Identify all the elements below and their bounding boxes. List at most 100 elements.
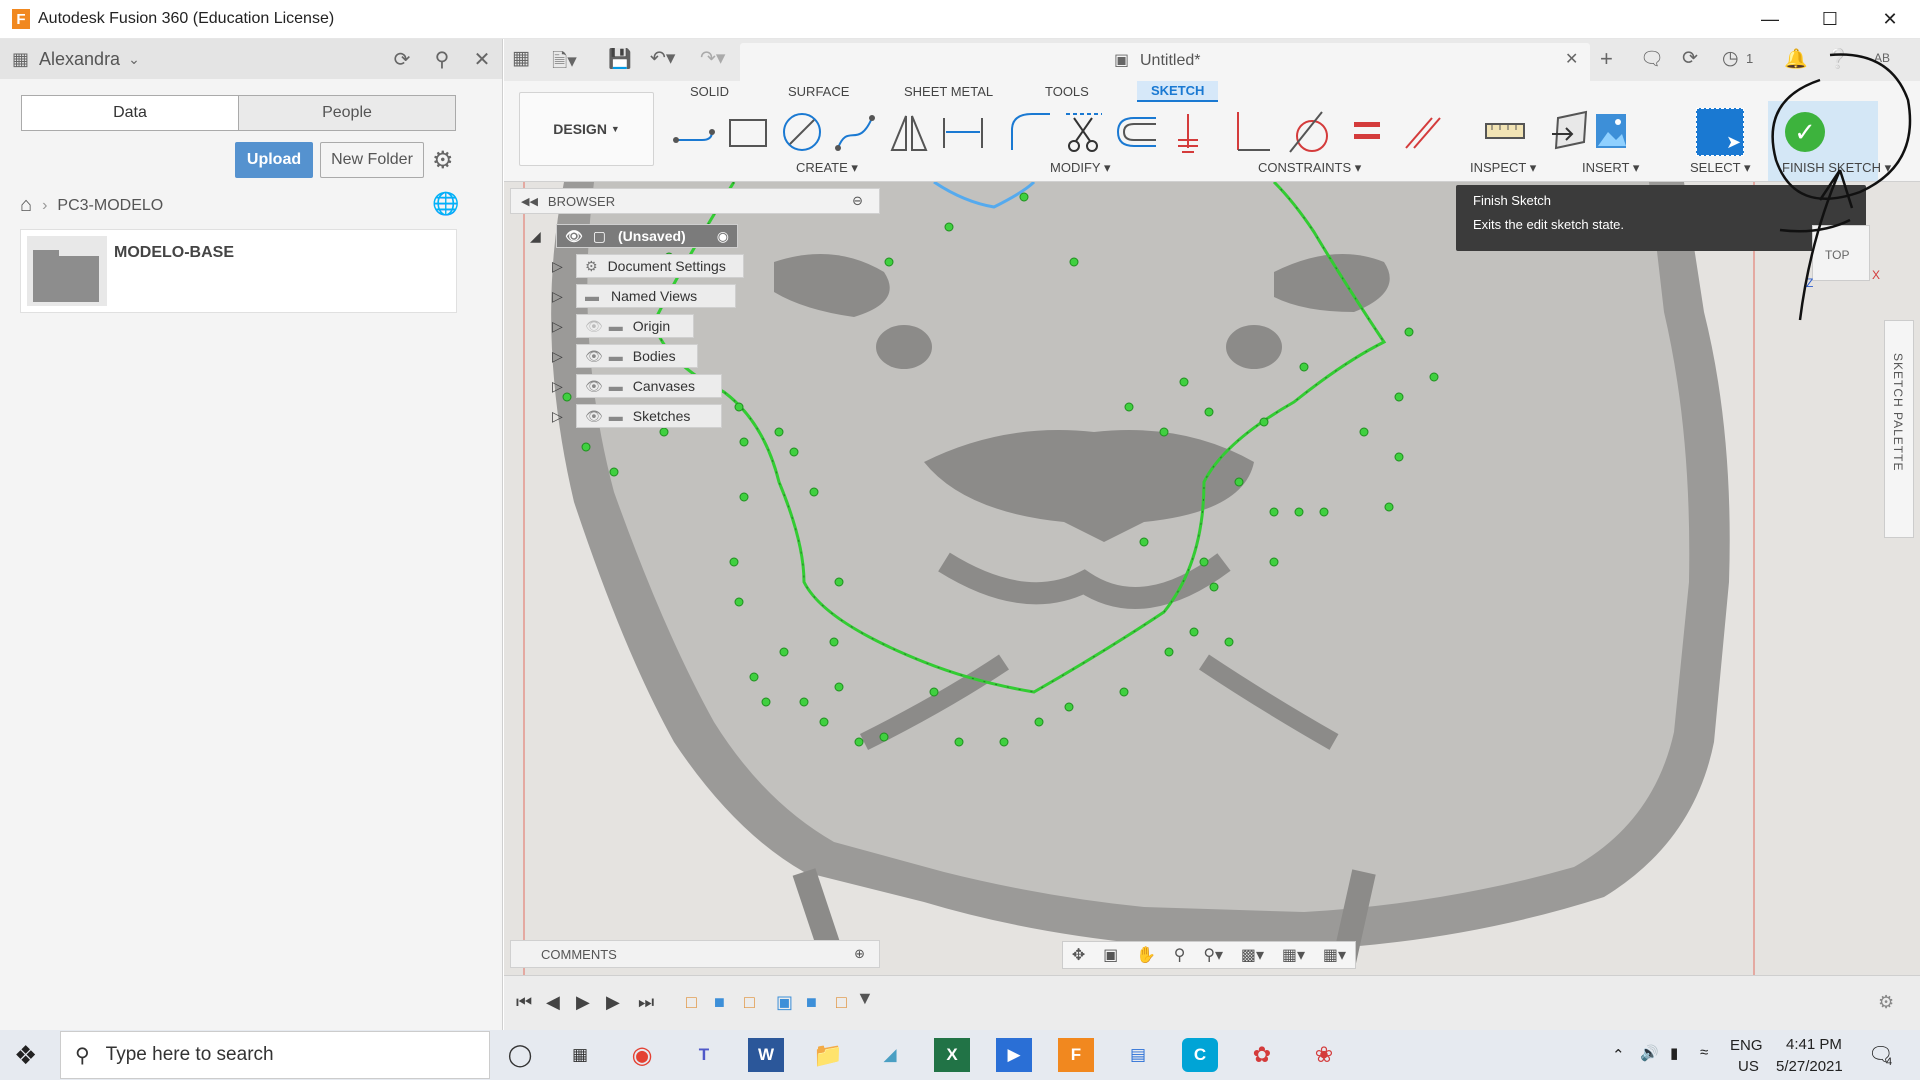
orbit-icon[interactable]: ✥	[1072, 945, 1085, 965]
breadcrumb-project[interactable]: PC3-MODELO	[57, 197, 163, 215]
media-player-icon[interactable]: ▶	[996, 1038, 1032, 1072]
refresh-icon[interactable]: ⟳	[387, 45, 417, 73]
tangent-icon[interactable]	[1289, 111, 1328, 153]
dimension-icon[interactable]	[943, 118, 983, 148]
line-icon[interactable]	[673, 129, 715, 143]
parallel-icon[interactable]	[1405, 117, 1441, 149]
region-indicator[interactable]: US	[1738, 1058, 1759, 1075]
chrome-icon[interactable]: ◉	[624, 1038, 660, 1072]
step-forward-icon[interactable]: ▶	[606, 992, 620, 1013]
equal-icon[interactable]	[1354, 122, 1380, 139]
volume-icon[interactable]: 🔊	[1640, 1044, 1659, 1062]
user-name[interactable]: Alexandra	[39, 49, 120, 70]
new-folder-button[interactable]: New Folder	[320, 142, 424, 178]
tab-sketch[interactable]: SKETCH	[1137, 81, 1219, 102]
tab-sheet-metal[interactable]: SHEET METAL	[904, 84, 993, 99]
taskbar-search-box[interactable]: ⚲ Type here to search	[60, 1031, 490, 1079]
insert-menu[interactable]: INSERT ▾	[1582, 160, 1639, 176]
save-icon[interactable]: 💾	[608, 47, 632, 71]
timeline-sketch-icon[interactable]: □	[836, 992, 847, 1013]
teams-icon[interactable]: T	[686, 1038, 722, 1072]
look-at-icon[interactable]: ▣	[1103, 945, 1118, 965]
timeline-canvas-icon[interactable]: ▣	[776, 992, 793, 1013]
display-settings-icon[interactable]: ▩▾	[1241, 945, 1264, 965]
spline-icon[interactable]	[835, 115, 875, 151]
app-icon[interactable]: ❀	[1306, 1038, 1342, 1072]
app-icon[interactable]: ◢	[872, 1038, 908, 1072]
eye-icon[interactable]: 👁	[585, 348, 603, 365]
expand-arrow-icon[interactable]: ▷	[552, 408, 566, 425]
expand-arrow-icon[interactable]: ▷	[552, 288, 566, 305]
close-tab-icon[interactable]: ✕	[1565, 49, 1578, 69]
modify-menu[interactable]: MODIFY ▾	[1050, 160, 1110, 176]
tree-node-canvases[interactable]: 👁 ▬ Canvases	[576, 373, 722, 399]
folder-item[interactable]: MODELO-BASE	[20, 229, 457, 313]
battery-icon[interactable]: ▮	[1670, 1044, 1678, 1062]
zoom-icon[interactable]: ⚲	[1174, 945, 1186, 965]
windows-start-icon[interactable]: ❖	[14, 1040, 37, 1071]
tree-root[interactable]: 👁 ▢ (Unsaved) ◉	[556, 223, 738, 249]
perpendicular-icon[interactable]	[1237, 112, 1270, 151]
file-menu-icon[interactable]: 🗎▾	[552, 47, 577, 79]
expand-arrow-icon[interactable]: ▷	[552, 318, 566, 335]
activate-radio-icon[interactable]: ◉	[717, 228, 729, 245]
clock-time[interactable]: 4:41 PM	[1786, 1036, 1842, 1053]
file-explorer-icon[interactable]: 📁	[810, 1038, 846, 1072]
expand-arrow-icon[interactable]: ▷	[552, 258, 566, 275]
eye-icon[interactable]: 👁	[585, 408, 603, 425]
clock-date[interactable]: 5/27/2021	[1776, 1058, 1843, 1075]
comments-panel[interactable]: COMMENTS ⊕	[510, 940, 880, 968]
maximize-icon[interactable]: ☐	[1800, 0, 1860, 39]
expand-root-icon[interactable]: ◢	[530, 228, 544, 245]
home-icon[interactable]: ⌂	[20, 194, 32, 217]
language-indicator[interactable]: ENG	[1730, 1037, 1763, 1054]
wifi-icon[interactable]: ≈	[1700, 1044, 1708, 1061]
upload-button[interactable]: Upload	[235, 142, 313, 178]
tab-tools[interactable]: TOOLS	[1045, 84, 1089, 99]
go-to-start-icon[interactable]: ⏮	[516, 992, 532, 1013]
close-icon[interactable]: ✕	[1860, 0, 1920, 39]
expand-arrow-icon[interactable]: ▷	[552, 378, 566, 395]
fusion-360-taskbar-icon[interactable]: F	[1058, 1038, 1094, 1072]
word-icon[interactable]: W	[748, 1038, 784, 1072]
offset-icon[interactable]	[1116, 117, 1156, 147]
new-tab-icon[interactable]: +	[1600, 46, 1613, 72]
undo-icon[interactable]: ↶▾	[650, 47, 675, 70]
cortana-icon[interactable]: ◯	[502, 1038, 538, 1072]
chevron-down-icon[interactable]: ⌄	[128, 51, 140, 68]
mirror-icon[interactable]	[890, 115, 928, 151]
excel-icon[interactable]: X	[934, 1038, 970, 1072]
trim-scissors-icon[interactable]	[1066, 113, 1102, 152]
create-menu[interactable]: CREATE ▾	[796, 160, 858, 176]
expand-arrow-icon[interactable]: ▷	[552, 348, 566, 365]
sketch-palette-collapsed[interactable]: SKETCH PALETTE	[1884, 320, 1914, 538]
tree-node-origin[interactable]: 👁 ▬ Origin	[576, 313, 694, 339]
apps-grid-icon[interactable]: ▦	[12, 49, 29, 70]
comment-icon[interactable]: 🗨	[1640, 47, 1664, 71]
job-status-icon[interactable]: ◷	[1722, 47, 1739, 70]
search-icon[interactable]: ⚲	[427, 45, 457, 73]
hidden-eye-icon[interactable]: 👁	[585, 318, 603, 335]
eye-icon[interactable]: 👁	[585, 378, 603, 395]
minimize-icon[interactable]: —	[1740, 0, 1800, 39]
grid-settings-icon[interactable]: ▦▾	[1282, 945, 1305, 965]
gear-icon[interactable]: ⚙	[432, 146, 454, 175]
extensions-icon[interactable]: ⟳	[1682, 47, 1698, 70]
circle-icon[interactable]	[783, 113, 821, 151]
inspect-menu[interactable]: INSPECT ▾	[1470, 160, 1536, 176]
minus-circle-icon[interactable]: ⊖	[852, 193, 863, 209]
globe-icon[interactable]: 🌐	[432, 191, 459, 217]
add-comment-icon[interactable]: ⊕	[854, 946, 865, 962]
tray-chevron-up-icon[interactable]: ⌃	[1612, 1046, 1625, 1064]
close-panel-icon[interactable]: ✕	[467, 45, 497, 73]
measure-icon[interactable]	[1485, 123, 1525, 139]
tree-node-bodies[interactable]: 👁 ▬ Bodies	[576, 343, 698, 369]
eye-icon[interactable]: 👁	[565, 228, 583, 245]
app-icon[interactable]: ▤	[1120, 1038, 1156, 1072]
workspace-switcher[interactable]: DESIGN ▼	[519, 92, 654, 166]
play-icon[interactable]: ▶	[576, 992, 590, 1013]
redo-icon[interactable]: ↷▾	[700, 47, 725, 70]
data-panel-toggle-icon[interactable]: ▦	[512, 47, 530, 70]
tree-node-document-settings[interactable]: ⚙ Document Settings	[576, 253, 744, 279]
viewports-icon[interactable]: ▦▾	[1323, 945, 1346, 965]
